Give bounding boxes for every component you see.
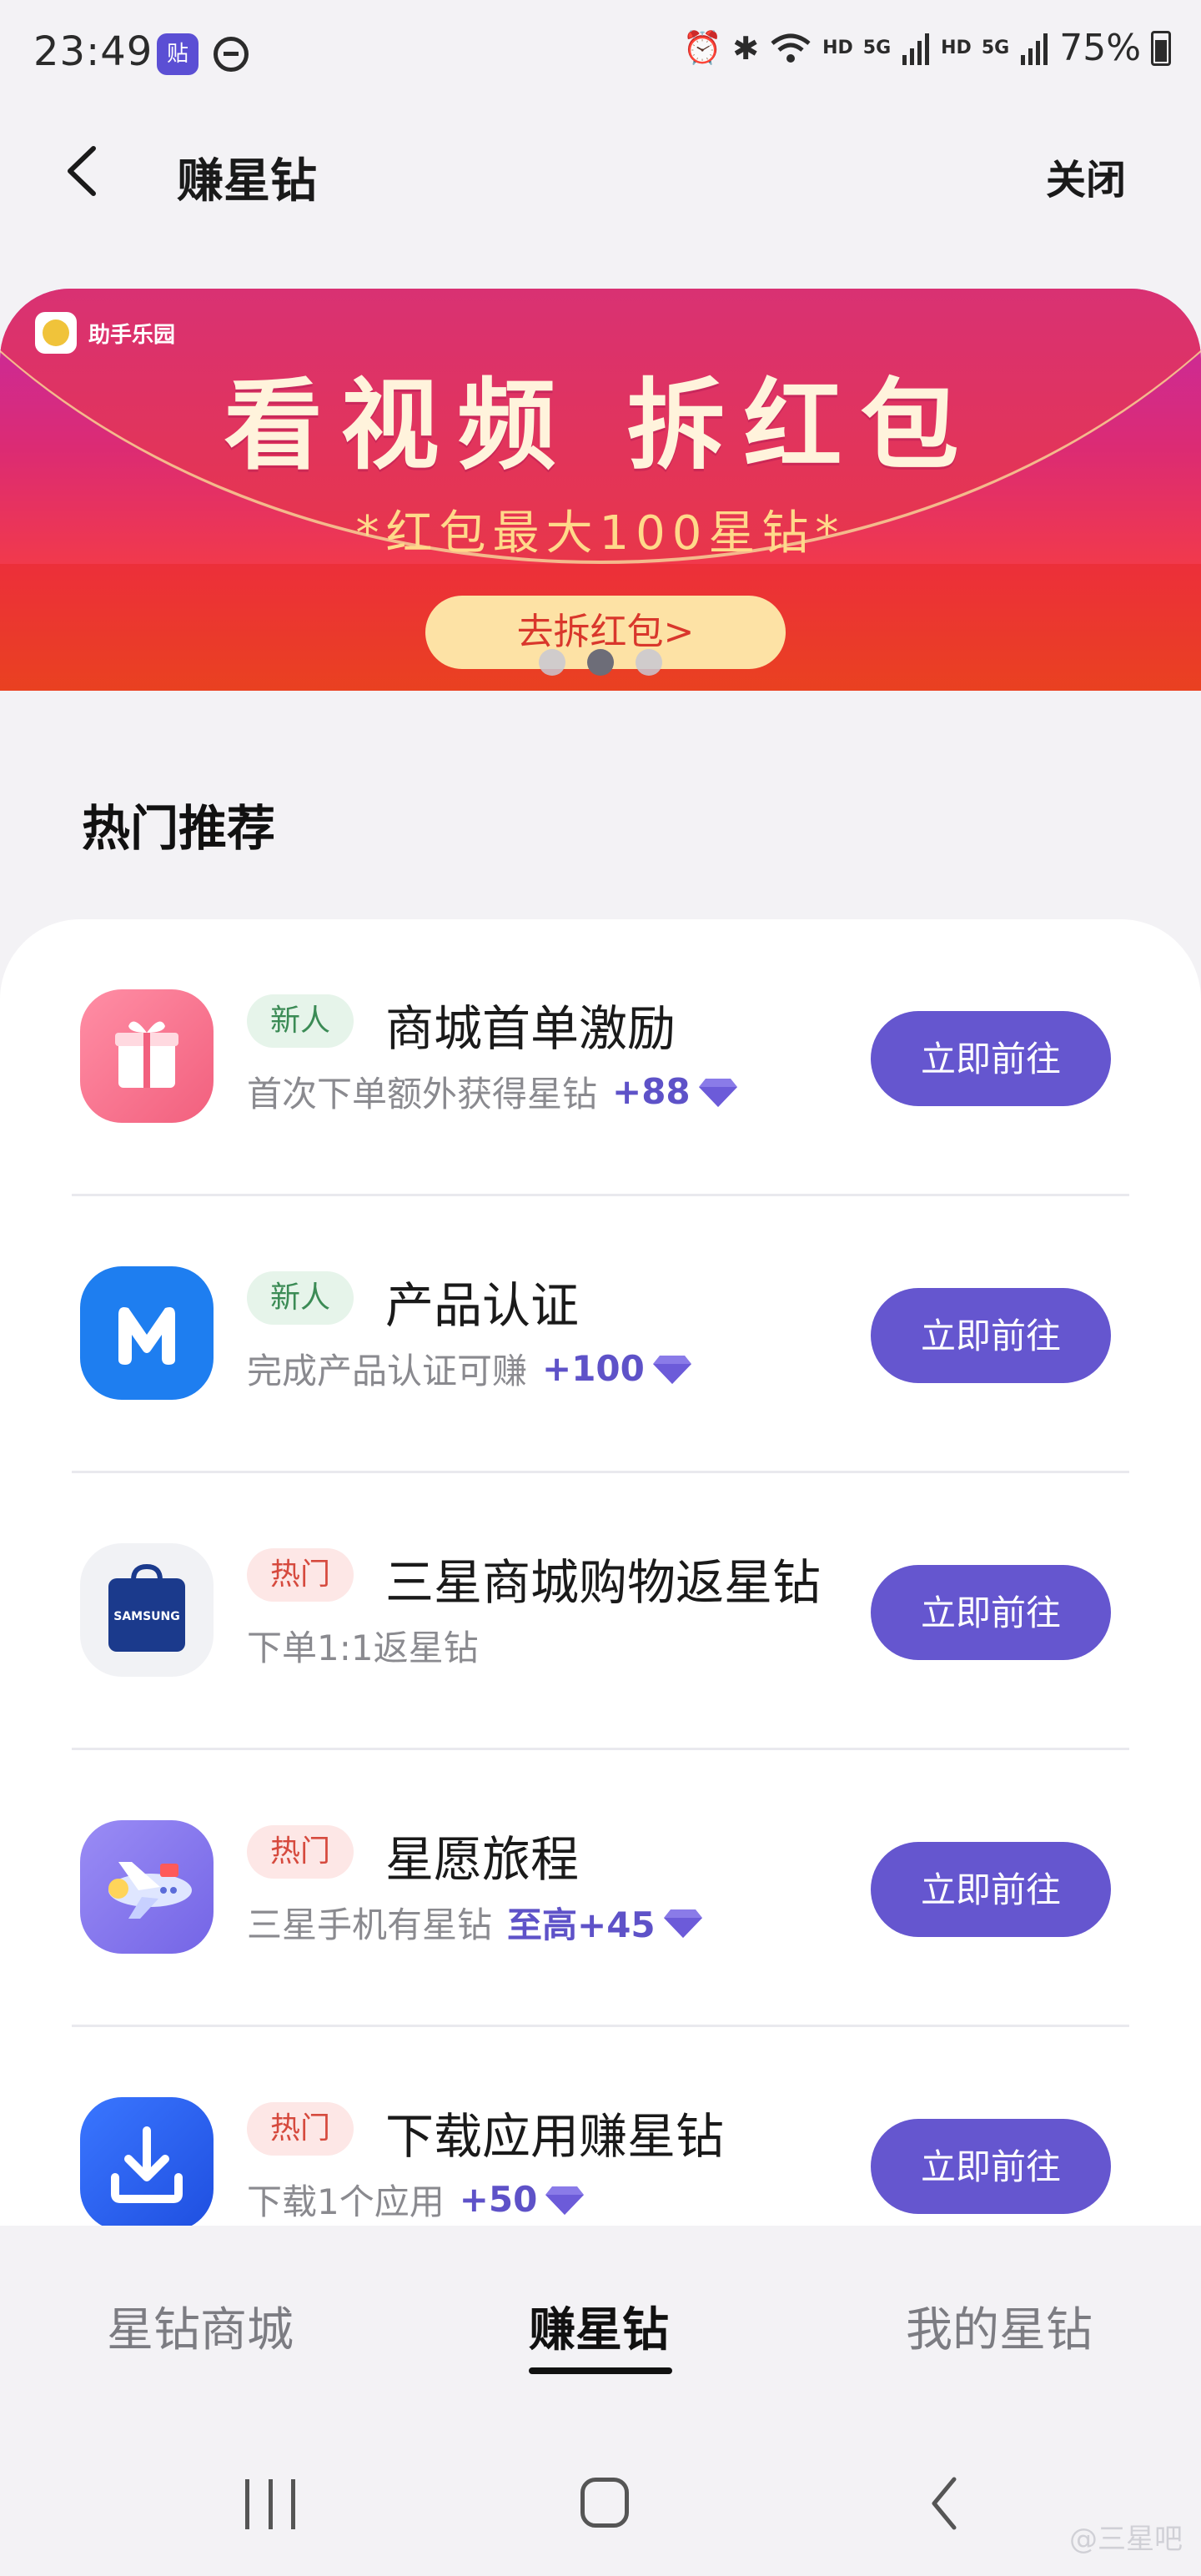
task-row: 热门 星愿旅程 三星手机有星钻 至高+45 立即前往 — [0, 1750, 1201, 2027]
banner-logo-text: 助手乐园 — [88, 322, 176, 348]
star-diamond-icon — [698, 1078, 737, 1107]
task-description: 完成产品认证可赚 +100 — [247, 1343, 693, 1394]
task-row: 新人 产品认证 完成产品认证可赚 +100 立即前往 — [0, 1196, 1201, 1473]
go-now-button[interactable]: 立即前往 — [871, 1011, 1111, 1106]
star-diamond-icon — [652, 1355, 691, 1384]
task-row: 新人 商城首单激励 首次下单额外获得星钻 +88 立即前往 — [0, 919, 1201, 1196]
samsung-bag-icon: SAMSUNG — [80, 1543, 214, 1677]
star-diamond-icon — [545, 2186, 585, 2215]
alarm-icon: ⏰ — [682, 29, 723, 66]
carousel-dot[interactable] — [636, 649, 662, 676]
watermark: @三星吧 — [1069, 2523, 1183, 2556]
system-nav-bar: @三星吧 — [0, 2392, 1201, 2576]
recent-apps-icon[interactable] — [245, 2479, 295, 2529]
go-now-button[interactable]: 立即前往 — [871, 1565, 1111, 1660]
wifi-icon — [771, 33, 811, 63]
carousel-dot-active[interactable] — [587, 649, 614, 676]
close-button[interactable]: 关闭 — [1046, 147, 1126, 205]
task-badge: 新人 — [247, 1271, 354, 1325]
status-time: 23:49 — [33, 28, 153, 75]
svg-text:SAMSUNG: SAMSUNG — [113, 1610, 180, 1623]
status-indicators: ⏰ ✱ HD 5G HD 5G 75% — [683, 27, 1171, 69]
go-now-button[interactable]: 立即前往 — [871, 1288, 1111, 1383]
back-arrow-icon[interactable] — [58, 142, 108, 200]
section-title: 热门推荐 — [82, 800, 276, 857]
tab-my-star-diamond[interactable]: 我的星钻 — [906, 2292, 1093, 2360]
system-back-icon[interactable] — [927, 2474, 961, 2533]
task-badge: 热门 — [247, 1825, 354, 1879]
task-title: 下载应用赚星钻 — [385, 2108, 725, 2165]
task-desc-text: 首次下单额外获得星钻 — [247, 1074, 598, 1114]
tab-star-diamond-mall[interactable]: 星钻商城 — [107, 2292, 294, 2360]
bluetooth-icon: ✱ — [732, 29, 760, 67]
tieba-app-icon: 贴 — [157, 33, 198, 75]
task-title: 产品认证 — [385, 1277, 580, 1334]
task-list-card: 新人 商城首单激励 首次下单额外获得星钻 +88 立即前往 新人 产品认证 完成… — [0, 919, 1201, 2237]
banner-subtitle: *红包最大100星钻* — [355, 506, 846, 561]
task-reward: +88 — [612, 1071, 691, 1112]
task-reward: +50 — [459, 2179, 538, 2220]
battery-percent: 75% — [1059, 27, 1141, 69]
hd-label: HD — [822, 38, 853, 58]
task-desc-text: 完成产品认证可赚 — [247, 1351, 528, 1391]
download-icon — [80, 2097, 214, 2231]
signal-icon — [1021, 33, 1048, 65]
airplane-icon — [80, 1820, 214, 1954]
task-desc-text: 三星手机有星钻 — [247, 1904, 493, 1945]
promo-banner[interactable]: 助手乐园 看视频 拆红包 *红包最大100星钻* 去拆红包> — [0, 289, 1201, 691]
app-bar: 赚星钻 关闭 — [0, 108, 1201, 234]
home-icon[interactable] — [580, 2478, 629, 2528]
members-m-icon — [80, 1266, 214, 1400]
task-desc-text: 下载1个应用 — [247, 2181, 445, 2222]
task-badge: 新人 — [247, 994, 354, 1048]
page-title: 赚星钻 — [177, 154, 317, 209]
task-badge: 热门 — [247, 1548, 354, 1602]
go-now-button[interactable]: 立即前往 — [871, 1842, 1111, 1937]
star-diamond-icon — [663, 1909, 702, 1938]
go-now-button[interactable]: 立即前往 — [871, 2119, 1111, 2214]
banner-headline: 看视频 拆红包 — [224, 368, 977, 483]
task-reward: 至高+45 — [507, 1904, 656, 1945]
gift-icon — [80, 989, 214, 1123]
network-label: 5G — [981, 38, 1010, 58]
status-bar: 23:49 贴 ⏰ ✱ HD 5G HD 5G 75% — [0, 0, 1201, 108]
task-desc-text: 下单1:1返星钻 — [247, 1628, 479, 1668]
bottom-nav: 星钻商城 赚星钻 我的星钻 — [0, 2226, 1201, 2392]
task-reward: +100 — [542, 1348, 645, 1389]
hd-label: HD — [941, 38, 972, 58]
network-label: 5G — [862, 38, 892, 58]
active-tab-indicator — [529, 2367, 672, 2374]
carousel-dot[interactable] — [539, 649, 565, 676]
task-row: SAMSUNG 热门 三星商城购物返星钻 下单1:1返星钻 立即前往 — [0, 1473, 1201, 1750]
task-title: 商城首单激励 — [385, 1000, 676, 1057]
task-title: 三星商城购物返星钻 — [385, 1554, 822, 1611]
signal-icon — [902, 33, 930, 65]
battery-icon — [1151, 30, 1171, 66]
task-description: 下载1个应用 +50 — [247, 2174, 585, 2225]
tab-earn-star-diamond[interactable]: 赚星钻 — [529, 2292, 669, 2360]
task-description: 首次下单额外获得星钻 +88 — [247, 1066, 739, 1117]
task-title: 星愿旅程 — [385, 1831, 580, 1888]
task-description: 三星手机有星钻 至高+45 — [247, 1897, 704, 1948]
task-description: 下单1:1返星钻 — [247, 1620, 479, 1671]
do-not-disturb-icon — [214, 37, 249, 72]
carousel-dots — [539, 649, 662, 676]
task-badge: 热门 — [247, 2102, 354, 2156]
